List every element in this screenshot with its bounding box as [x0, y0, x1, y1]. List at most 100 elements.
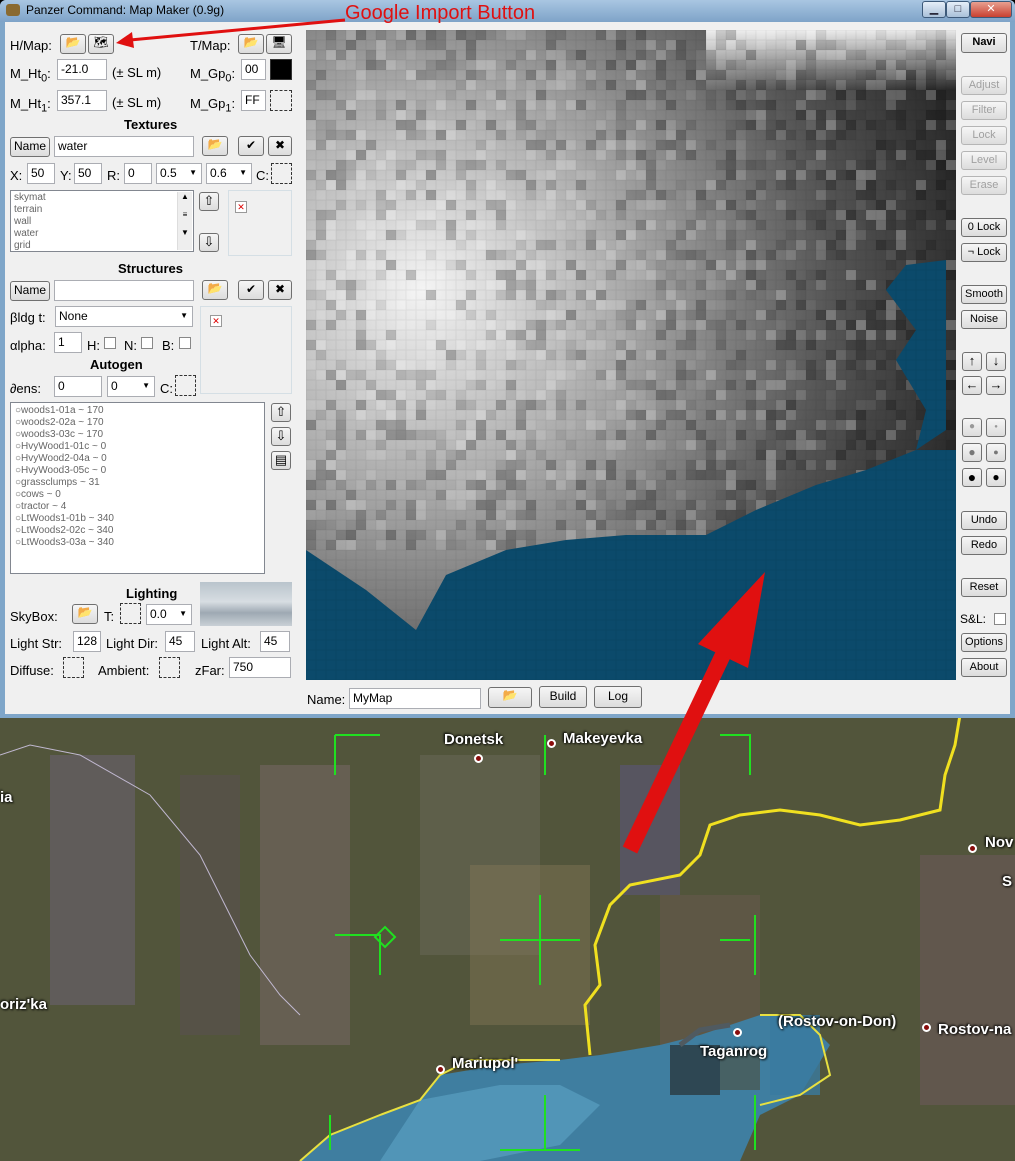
- light-alt-input[interactable]: 45: [260, 631, 290, 652]
- autogen-list[interactable]: ○woods1-01a ~ 170 ○woods2-02a ~ 170 ○woo…: [10, 402, 265, 574]
- brush-large-dot-button[interactable]: ●: [986, 468, 1006, 487]
- brush-large-drop-button[interactable]: ●: [962, 468, 982, 487]
- density-input[interactable]: 0: [54, 376, 102, 397]
- m-gp1-color[interactable]: [270, 90, 292, 111]
- build-button[interactable]: Build: [539, 686, 587, 708]
- not-lock-button[interactable]: ¬ Lock: [961, 243, 1007, 262]
- zero-lock-button[interactable]: 0 Lock: [961, 218, 1007, 237]
- ambient-color-swatch[interactable]: [159, 657, 180, 678]
- list-item[interactable]: ○HvyWood2-04a ~ 0: [15, 453, 260, 465]
- brush-small-dot-button[interactable]: ●: [986, 418, 1006, 437]
- level-button[interactable]: Level: [961, 151, 1007, 170]
- autogen-color-swatch[interactable]: [175, 375, 196, 396]
- tex-scale-select-2[interactable]: 0.6: [206, 163, 252, 184]
- zfar-input[interactable]: 750: [229, 657, 291, 678]
- n-checkbox[interactable]: [141, 337, 153, 349]
- bldg-type-select[interactable]: None: [55, 306, 193, 327]
- texture-name-button[interactable]: Name: [10, 137, 50, 157]
- skybox-open-button[interactable]: 📂: [72, 604, 98, 624]
- texture-open-button[interactable]: 📂: [202, 136, 228, 156]
- list-item[interactable]: ○LtWoods1-01b ~ 340: [15, 513, 260, 525]
- close-button[interactable]: ✕: [970, 1, 1012, 18]
- m-ht0-input[interactable]: -21.0: [57, 59, 107, 80]
- lock-button[interactable]: Lock: [961, 126, 1007, 145]
- list-item[interactable]: ○HvyWood1-01c ~ 0: [15, 441, 260, 453]
- tex-x-input[interactable]: 50: [27, 163, 55, 184]
- list-item[interactable]: ○HvyWood3-05c ~ 0: [15, 465, 260, 477]
- light-dir-input[interactable]: 45: [165, 631, 195, 652]
- structure-open-button[interactable]: 📂: [202, 280, 228, 300]
- autogen-move-up-button[interactable]: ⇧: [271, 403, 291, 422]
- smooth-button[interactable]: Smooth: [961, 285, 1007, 304]
- maximize-button[interactable]: □: [946, 1, 970, 18]
- structure-apply-button[interactable]: ✔: [238, 280, 264, 300]
- list-item[interactable]: terrain: [14, 204, 190, 216]
- redo-button[interactable]: Redo: [961, 536, 1007, 555]
- google-import-button[interactable]: 🗺: [88, 34, 114, 54]
- list-item[interactable]: ○LtWoods2-02c ~ 340: [15, 525, 260, 537]
- texture-delete-button[interactable]: ✖: [268, 136, 292, 156]
- map-name-input[interactable]: MyMap: [349, 688, 481, 709]
- diffuse-color-swatch[interactable]: [63, 657, 84, 678]
- list-item[interactable]: wall: [14, 216, 190, 228]
- texture-move-down-button[interactable]: ⇩: [199, 233, 219, 252]
- about-button[interactable]: About: [961, 658, 1007, 677]
- texture-list-scrollbar[interactable]: ▲ ≡ ▼: [177, 192, 192, 250]
- list-item[interactable]: skymat: [14, 192, 190, 204]
- list-item[interactable]: ○woods2-02a ~ 170: [15, 417, 260, 429]
- m-gp0-input[interactable]: 00: [241, 59, 266, 80]
- sl-checkbox[interactable]: [994, 613, 1006, 625]
- texture-name-input[interactable]: water: [54, 136, 194, 157]
- pan-down-button[interactable]: ↓: [986, 352, 1006, 371]
- noise-button[interactable]: Noise: [961, 310, 1007, 329]
- list-item[interactable]: ○cows ~ 0: [15, 489, 260, 501]
- pan-right-button[interactable]: →: [986, 376, 1006, 395]
- minimize-button[interactable]: ▁: [922, 1, 946, 18]
- list-item[interactable]: ○grassclumps ~ 31: [15, 477, 260, 489]
- tmap-open-button[interactable]: 📂: [238, 34, 264, 54]
- pan-left-button[interactable]: ←: [962, 376, 982, 395]
- tex-color-swatch[interactable]: [271, 163, 292, 184]
- structure-name-input[interactable]: [54, 280, 194, 301]
- skybox-t-select[interactable]: 0.0: [146, 604, 192, 625]
- m-gp1-input[interactable]: FF: [241, 90, 266, 111]
- options-button[interactable]: Options: [961, 633, 1007, 652]
- pan-up-button[interactable]: ↑: [962, 352, 982, 371]
- m-ht1-input[interactable]: 357.1: [57, 90, 107, 111]
- structure-name-button[interactable]: Name: [10, 281, 50, 301]
- texture-apply-button[interactable]: ✔: [238, 136, 264, 156]
- tex-scale-select-1[interactable]: 0.5: [156, 163, 202, 184]
- autogen-copy-button[interactable]: ▤: [271, 451, 291, 470]
- density-select[interactable]: 0: [107, 376, 155, 397]
- alpha-input[interactable]: 1: [54, 332, 82, 353]
- brush-medium-dot-button[interactable]: ●: [986, 443, 1006, 462]
- map-open-button[interactable]: 📂: [488, 687, 532, 708]
- reset-button[interactable]: Reset: [961, 578, 1007, 597]
- structure-delete-button[interactable]: ✖: [268, 280, 292, 300]
- tex-y-input[interactable]: 50: [74, 163, 102, 184]
- texture-move-up-button[interactable]: ⇧: [199, 192, 219, 211]
- navi-button[interactable]: Navi: [961, 33, 1007, 53]
- heightmap-canvas[interactable]: [306, 30, 956, 680]
- brush-medium-drop-button[interactable]: ●: [962, 443, 982, 462]
- skybox-color-swatch[interactable]: [120, 603, 141, 624]
- tmap-computer-button[interactable]: 🖥: [266, 34, 292, 54]
- list-item[interactable]: ○woods1-01a ~ 170: [15, 405, 260, 417]
- adjust-button[interactable]: Adjust: [961, 76, 1007, 95]
- m-gp0-color[interactable]: [270, 59, 292, 80]
- hmap-open-button[interactable]: 📂: [60, 34, 86, 54]
- list-item[interactable]: water: [14, 228, 190, 240]
- texture-list[interactable]: skymat terrain wall water grid: [10, 190, 194, 252]
- erase-button[interactable]: Erase: [961, 176, 1007, 195]
- log-button[interactable]: Log: [594, 686, 642, 708]
- brush-small-drop-button[interactable]: ●: [962, 418, 982, 437]
- list-item[interactable]: grid: [14, 240, 190, 251]
- list-item[interactable]: ○tractor ~ 4: [15, 501, 260, 513]
- undo-button[interactable]: Undo: [961, 511, 1007, 530]
- list-item[interactable]: ○woods3-03c ~ 170: [15, 429, 260, 441]
- b-checkbox[interactable]: [179, 337, 191, 349]
- tex-r-input[interactable]: 0: [124, 163, 152, 184]
- h-checkbox[interactable]: [104, 337, 116, 349]
- list-item[interactable]: ○LtWoods3-03a ~ 340: [15, 537, 260, 549]
- light-str-input[interactable]: 128: [73, 631, 101, 652]
